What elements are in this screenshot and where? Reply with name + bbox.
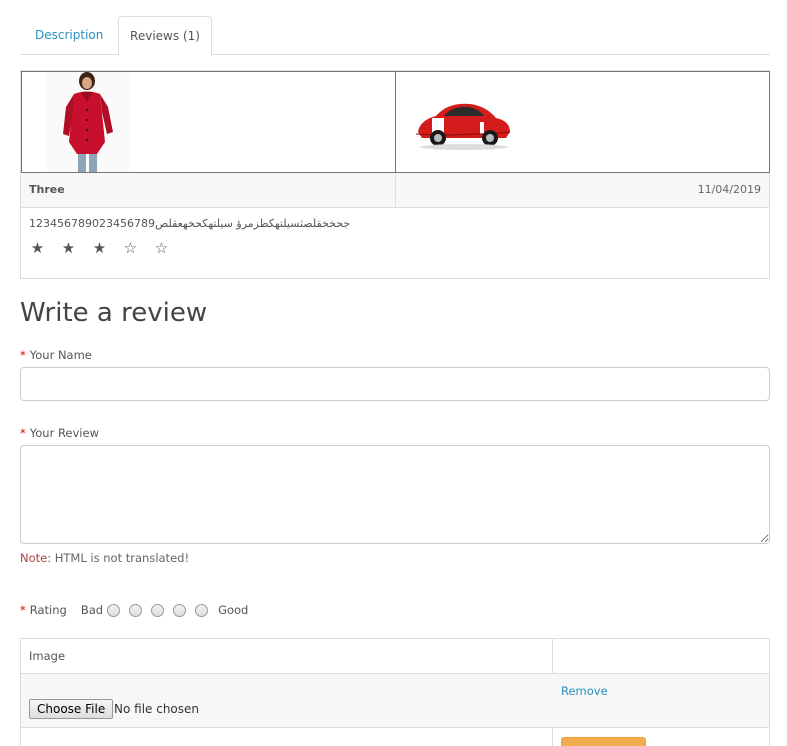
review-table: Three 11/04/2019 جحخخقلصثسيلتهكظزمرؤ سيل… [20,70,770,279]
product-tabs: Description Reviews (1) [20,16,770,56]
review-image-cell [21,71,396,173]
star-empty-icon: ☆ [123,239,138,257]
review-date: 11/04/2019 [697,183,761,196]
rating-bad-label: Bad [80,603,104,617]
star-filled-icon: ★ [30,239,45,257]
woman-red-coat-photo[interactable] [47,72,129,172]
write-review-heading: Write a review [20,298,208,328]
choose-file-button[interactable]: Choose File [29,699,114,719]
add-image-button[interactable] [561,737,646,746]
note-text: HTML is not translated! [51,551,190,565]
upload-header-row: Image [21,639,769,674]
your-name-label: * Your Name [20,348,92,362]
your-review-label-text: Your Review [29,426,99,440]
tab-description[interactable]: Description [20,16,118,55]
note-key: Note: [20,551,52,565]
review-rating-stars: ★ ★ ★ ☆ ☆ [29,239,170,257]
required-marker: * [20,426,26,440]
rating-field: * Rating Bad Good [20,603,252,617]
rating-label-text: Rating [29,603,67,617]
your-name-label-text: Your Name [29,348,92,362]
your-name-input[interactable] [20,367,770,401]
column-divider [395,173,396,208]
star-empty-icon: ☆ [154,239,169,257]
review-image-cell [396,71,770,173]
rating-label: * Rating [20,603,67,617]
required-marker: * [20,603,26,617]
upload-row: Choose File No file chosen Remove [21,674,769,728]
star-filled-icon: ★ [61,239,76,257]
rating-radio-1[interactable] [107,603,121,617]
image-upload-table: Image Choose File No file chosen Remove [20,638,770,746]
rating-radio-5[interactable] [195,603,209,617]
red-sports-car-photo[interactable] [414,94,514,154]
your-review-label: * Your Review [20,426,99,440]
required-marker: * [20,348,26,362]
tab-reviews[interactable]: Reviews (1) [118,16,212,56]
rating-radio-2[interactable] [129,603,143,617]
html-note: Note: HTML is not translated! [20,551,189,565]
review-header-row: Three 11/04/2019 [21,173,769,208]
upload-header-image: Image [29,649,66,663]
rating-radio-3[interactable] [151,603,165,617]
file-status: No file chosen [114,702,200,716]
rating-good-label: Good [218,603,249,617]
star-filled-icon: ★ [92,239,107,257]
rating-radio-4[interactable] [173,603,187,617]
review-author: Three [29,183,65,196]
your-review-textarea[interactable] [20,445,770,544]
remove-link[interactable]: Remove [561,684,608,698]
review-text: جحخخقلصثسيلتهكظزمرؤ سيلتهكحخهعقلص1234567… [29,217,351,230]
